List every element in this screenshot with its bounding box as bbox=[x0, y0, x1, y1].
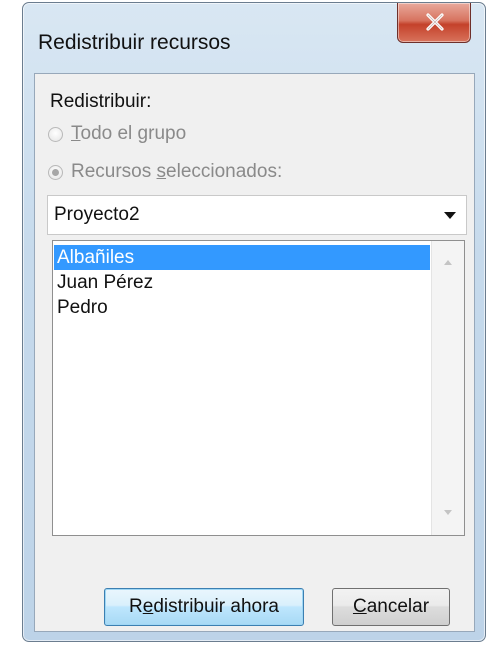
project-select[interactable]: Proyecto2 bbox=[47, 195, 467, 235]
radio-all-group-label: Todo el grupo bbox=[71, 123, 187, 144]
radio-selected-resources-label: Recursos seleccionados: bbox=[71, 161, 283, 182]
level-now-button[interactable]: Redistribuir ahora bbox=[104, 588, 304, 626]
radio-button-all-group[interactable] bbox=[48, 126, 63, 142]
list-item-resource[interactable]: Albañiles bbox=[54, 245, 430, 270]
close-button[interactable] bbox=[397, 3, 471, 43]
scroll-down-icon[interactable] bbox=[444, 510, 452, 515]
section-label: Redistribuir: bbox=[50, 91, 152, 112]
radio-selected-resources[interactable]: Recursos seleccionados: bbox=[48, 159, 282, 185]
dialog-body: Redistribuir: Todo el grupo Recursos sel… bbox=[34, 73, 475, 632]
radio-all-group[interactable]: Todo el grupo bbox=[48, 121, 186, 147]
screen: Redistribuir recursos Redistribuir: Todo… bbox=[0, 0, 490, 647]
resource-list-items: Albañiles Juan Pérez Pedro bbox=[54, 245, 430, 320]
project-select-value: Proyecto2 bbox=[54, 204, 140, 225]
list-scrollbar[interactable] bbox=[431, 241, 464, 535]
list-item-resource[interactable]: Pedro bbox=[54, 295, 430, 320]
list-item-resource[interactable]: Juan Pérez bbox=[54, 270, 430, 295]
resource-list[interactable]: Albañiles Juan Pérez Pedro bbox=[52, 240, 465, 536]
window-title: Redistribuir recursos bbox=[38, 31, 231, 54]
cancel-button[interactable]: Cancelar bbox=[332, 588, 450, 626]
dialog-window: Redistribuir recursos Redistribuir: Todo… bbox=[22, 2, 486, 642]
dropdown-arrow-icon[interactable] bbox=[444, 212, 456, 219]
title-bar[interactable]: Redistribuir recursos bbox=[23, 3, 485, 75]
scroll-up-icon[interactable] bbox=[444, 260, 452, 265]
radio-button-selected-resources[interactable] bbox=[48, 164, 63, 180]
close-icon bbox=[426, 13, 444, 31]
